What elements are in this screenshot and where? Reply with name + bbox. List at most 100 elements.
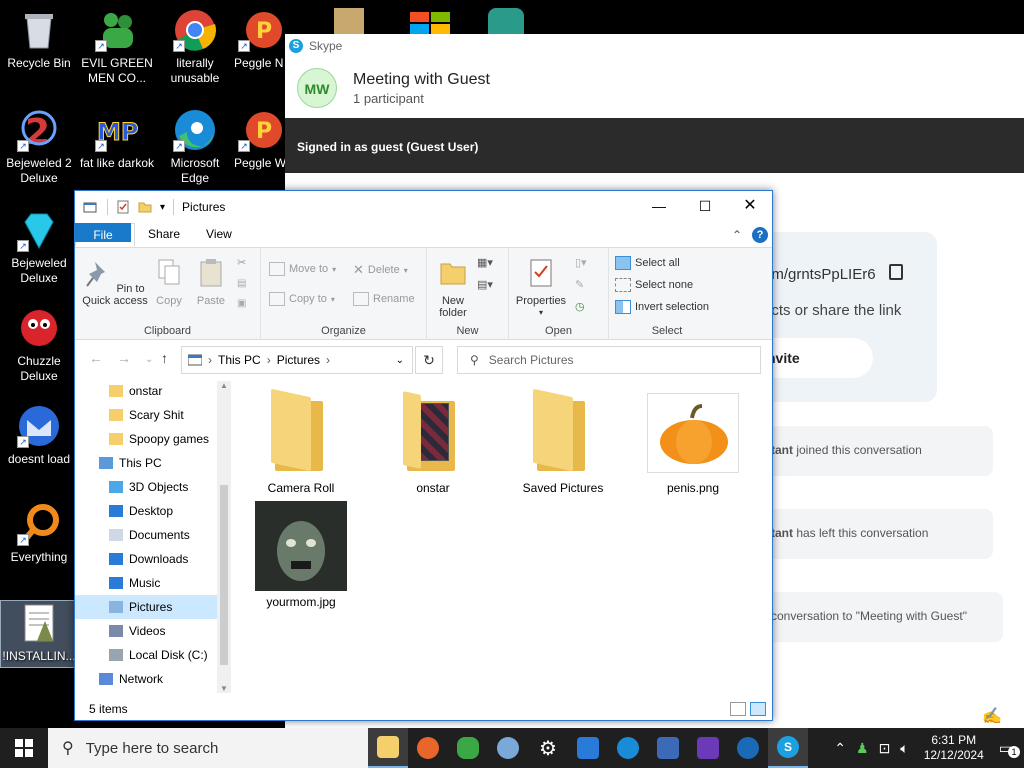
- refresh-button[interactable]: ↻: [415, 346, 443, 374]
- breadcrumb-pictures[interactable]: Pictures: [277, 353, 320, 367]
- taskbar-green-men[interactable]: [448, 728, 488, 768]
- cut-icon[interactable]: ✂: [237, 256, 246, 269]
- nav-item-desktop[interactable]: Desktop: [75, 499, 231, 523]
- network-icon[interactable]: ⊡: [874, 740, 896, 757]
- scroll-up-icon[interactable]: ▲: [220, 381, 228, 390]
- forward-arrow-icon[interactable]: →: [117, 350, 131, 366]
- taskbar-search-input[interactable]: ⚲ Type here to search: [48, 728, 368, 768]
- up-arrow-icon[interactable]: ↑: [161, 350, 168, 366]
- properties-quick-icon[interactable]: [116, 200, 130, 214]
- breadcrumb-this-pc[interactable]: This PC: [218, 353, 261, 367]
- properties-button[interactable]: Properties ▾: [513, 258, 569, 319]
- delete-button[interactable]: ✕ Delete ▾: [353, 262, 408, 278]
- back-arrow-icon[interactable]: ←: [89, 350, 103, 366]
- history-icon[interactable]: ◷: [575, 300, 585, 313]
- nav-item-onstar[interactable]: onstar: [75, 379, 231, 403]
- participant-count[interactable]: 1 participant: [353, 91, 490, 106]
- desktop-icon-evil-green-men[interactable]: ↗ EVIL GREEN MEN CO...: [78, 8, 156, 86]
- minimize-button[interactable]: —: [636, 191, 682, 221]
- compose-pen-icon[interactable]: ✍: [982, 706, 1002, 726]
- taskbar-firefox[interactable]: [408, 728, 448, 768]
- help-icon[interactable]: ?: [752, 227, 768, 243]
- nav-item-downloads[interactable]: Downloads: [75, 547, 231, 571]
- edit-icon[interactable]: ✎: [575, 278, 584, 291]
- window-menu-icon[interactable]: [83, 200, 97, 214]
- close-button[interactable]: ✕: [727, 191, 773, 221]
- file-item-onstar[interactable]: onstar: [383, 387, 483, 495]
- tab-share[interactable]: Share: [135, 223, 193, 247]
- nav-item-pictures[interactable]: Pictures: [75, 595, 231, 619]
- collapse-ribbon-icon[interactable]: ⌃: [732, 228, 742, 242]
- desktop-icon-installing[interactable]: !INSTALLIN...: [0, 600, 78, 668]
- copy-to-button[interactable]: Copy to ▾: [269, 292, 335, 306]
- file-item-saved-pictures[interactable]: Saved Pictures: [513, 387, 613, 495]
- nav-item-3d-objects[interactable]: 3D Objects: [75, 475, 231, 499]
- nav-item-spoopy-games[interactable]: Spoopy games: [75, 427, 231, 451]
- taskbar-edge[interactable]: [608, 728, 648, 768]
- taskbar-skype[interactable]: S: [768, 728, 808, 768]
- pin-to-quick-access-button[interactable]: Pin to Quick access: [81, 258, 149, 307]
- desktop-icon-recycle-bin[interactable]: Recycle Bin: [0, 8, 78, 71]
- taskbar-settings[interactable]: ⚙: [528, 728, 568, 768]
- invert-selection-button[interactable]: Invert selection: [615, 300, 709, 314]
- nav-item-network[interactable]: Network: [75, 667, 231, 691]
- desktop-icon-fat-like-darkok[interactable]: MPL ↗ fat like darkok: [78, 108, 156, 171]
- taskbar-calendar[interactable]: [568, 728, 608, 768]
- move-to-button[interactable]: Move to ▾: [269, 262, 336, 276]
- start-button[interactable]: [0, 728, 48, 768]
- file-item-camera-roll[interactable]: Camera Roll: [251, 387, 351, 495]
- copy-button[interactable]: Copy: [151, 258, 187, 307]
- new-folder-quick-icon[interactable]: [138, 200, 152, 214]
- file-item-penis-png[interactable]: penis.png: [643, 387, 743, 495]
- meeting-title[interactable]: Meeting with Guest: [353, 71, 490, 89]
- paste-shortcut-icon[interactable]: ▣: [237, 298, 246, 309]
- file-item-yourmom-jpg[interactable]: yourmom.jpg: [251, 501, 351, 609]
- address-dropdown-icon[interactable]: ⌄: [396, 355, 404, 366]
- customize-quick-access-icon[interactable]: ▾: [160, 202, 165, 213]
- scrollbar-thumb[interactable]: [220, 485, 228, 665]
- taskbar-movies[interactable]: [688, 728, 728, 768]
- desktop-icon-chuzzle[interactable]: Chuzzle Deluxe: [0, 306, 78, 384]
- taskbar-help[interactable]: [728, 728, 768, 768]
- nav-scrollbar[interactable]: ▲ ▼: [217, 381, 231, 693]
- open-icon[interactable]: ▯▾: [575, 256, 587, 269]
- scroll-down-icon[interactable]: ▼: [220, 684, 228, 693]
- paste-button[interactable]: Paste: [191, 258, 231, 307]
- recent-locations-icon[interactable]: ⌄: [145, 354, 153, 365]
- desktop-icon-chrome[interactable]: ↗ literally unusable: [156, 8, 234, 86]
- nav-item-scary-shit[interactable]: Scary Shit: [75, 403, 231, 427]
- desktop-icon-bejeweled-2[interactable]: 2 ↗ Bejeweled 2 Deluxe: [0, 108, 78, 186]
- maximize-button[interactable]: ☐: [682, 191, 728, 221]
- desktop-icon-edge[interactable]: ↗ Microsoft Edge: [156, 108, 234, 186]
- address-bar[interactable]: › This PC › Pictures › ⌄: [181, 346, 413, 374]
- select-none-button[interactable]: Select none: [615, 278, 693, 292]
- easy-access-icon[interactable]: ▤▾: [477, 278, 493, 291]
- meeting-link[interactable]: om/grntsPpLIEr6: [763, 266, 876, 283]
- tab-view[interactable]: View: [193, 223, 245, 247]
- tray-app-icon[interactable]: ♟: [851, 740, 874, 757]
- tab-file[interactable]: File: [75, 223, 131, 242]
- nav-item-music[interactable]: Music: [75, 571, 231, 595]
- rename-button[interactable]: Rename: [353, 292, 415, 306]
- large-icons-view-icon[interactable]: [750, 702, 766, 716]
- new-folder-button[interactable]: New folder: [433, 258, 473, 319]
- nav-item-this-pc[interactable]: This PC: [75, 451, 231, 475]
- avatar[interactable]: MW: [297, 68, 337, 108]
- clock[interactable]: 6:31 PM 12/12/2024: [914, 733, 994, 763]
- details-view-icon[interactable]: [730, 702, 746, 716]
- taskbar-photos[interactable]: [648, 728, 688, 768]
- copy-link-icon[interactable]: [889, 264, 903, 280]
- desktop-icon-thunderbird[interactable]: ↗ doesnt load: [0, 404, 78, 467]
- desktop-icon-everything[interactable]: ↗ Everything: [0, 502, 78, 565]
- new-item-icon[interactable]: ▦▾: [477, 256, 493, 269]
- desktop-icon-peggle-warcraft[interactable]: P ↗ Peggle W of Warcra: [234, 108, 286, 171]
- nav-item-documents[interactable]: Documents: [75, 523, 231, 547]
- taskbar-file-explorer[interactable]: [368, 728, 408, 768]
- nav-item-local-disk-c[interactable]: Local Disk (C:): [75, 643, 231, 667]
- notification-center-icon[interactable]: ▭ 1: [994, 740, 1024, 758]
- show-hidden-icons-icon[interactable]: ⌃: [829, 740, 851, 757]
- select-all-button[interactable]: Select all: [615, 256, 680, 270]
- desktop-icon-peggle-nights[interactable]: P ↗ Peggle N Delux: [234, 8, 286, 71]
- nav-item-videos[interactable]: Videos: [75, 619, 231, 643]
- copy-path-icon[interactable]: ▤: [237, 278, 246, 289]
